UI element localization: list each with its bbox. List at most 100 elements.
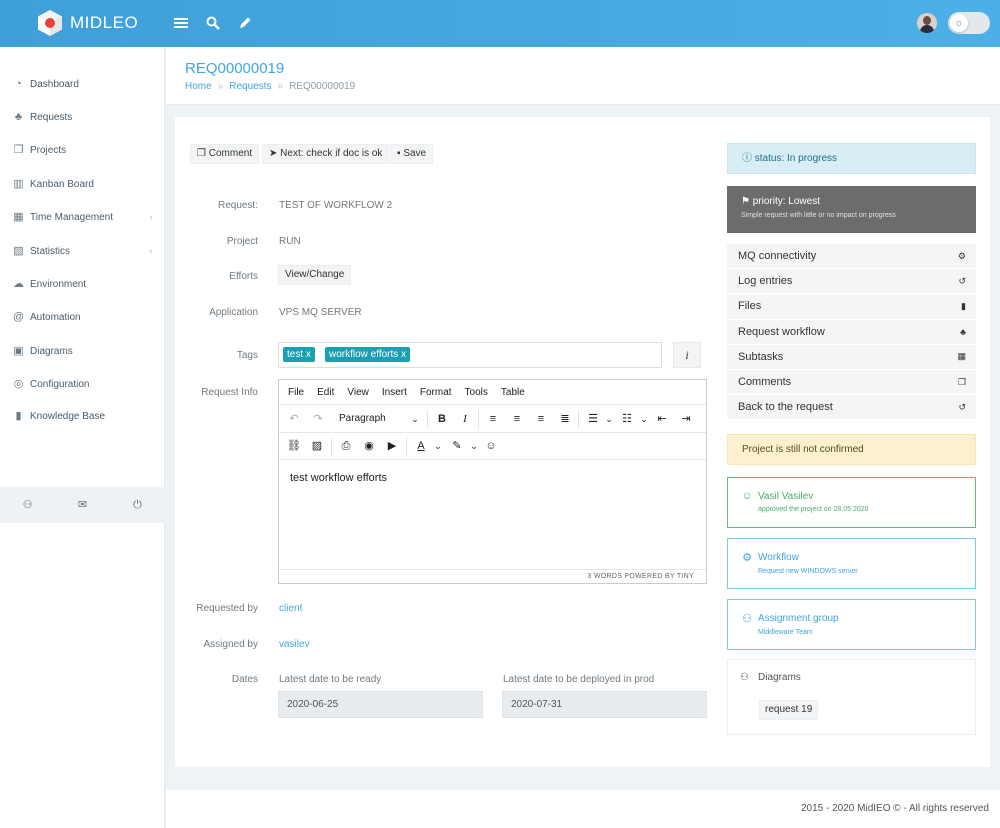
info-button[interactable]: i	[673, 342, 701, 368]
comment-button[interactable]: ❐ Comment	[190, 144, 260, 164]
workflow-note: Request new WINDOWS server	[758, 568, 858, 575]
pencil-icon[interactable]	[236, 14, 254, 32]
link-files[interactable]: Files ▮	[727, 294, 976, 320]
list-item-label: Files	[738, 300, 762, 313]
numbered-list-icon[interactable]: ☷	[619, 411, 635, 427]
assigned-by-label: Assigned by	[203, 639, 258, 650]
link-subtasks[interactable]: Subtasks ▦	[727, 344, 976, 370]
image-icon[interactable]: ▨	[309, 438, 325, 454]
assigned-by-link[interactable]: vasilev	[279, 639, 310, 650]
tag-remove-button[interactable]: x	[401, 349, 406, 360]
dates-label: Dates	[231, 674, 258, 685]
user-avatar[interactable]	[917, 13, 937, 33]
save-button[interactable]: ▪ Save	[390, 144, 434, 164]
deploy-date-label: Latest date to be deployed in prod	[503, 674, 655, 685]
sidebar-item-knowledge-base[interactable]: ▮ Knowledge Base	[12, 407, 157, 425]
next-step-button[interactable]: ➤ Next: check if doc is ok	[262, 144, 390, 164]
status-text: status: In progress	[754, 153, 838, 164]
view-change-button[interactable]: View/Change	[278, 265, 352, 285]
text-color-icon[interactable]: A	[413, 438, 429, 454]
sun-icon: ☼	[950, 14, 968, 32]
mail-icon[interactable]: ✉	[75, 497, 91, 513]
block-format-select[interactable]: Paragraph	[339, 411, 386, 427]
align-center-icon[interactable]: ≡	[509, 411, 525, 427]
tags-input[interactable]: test x workflow efforts x	[278, 342, 662, 368]
list-item-label: Comments	[738, 376, 792, 389]
link-comments[interactable]: Comments ❐	[727, 369, 976, 396]
sidebar-item-environment[interactable]: ☁ Environment	[12, 275, 157, 293]
flag-icon: ⚑	[741, 196, 753, 207]
menu-icon[interactable]	[172, 14, 190, 32]
preview-icon[interactable]: ◉	[361, 438, 377, 454]
chevron-down-icon: ⌄	[640, 414, 648, 424]
sidebar-item-requests[interactable]: ♣ Requests	[12, 108, 157, 126]
link-mq-connectivity[interactable]: MQ connectivity ⚙	[727, 244, 976, 270]
diagram-chip[interactable]: request 19	[759, 700, 819, 720]
copyright-text: 2015 - 2020 MidIEO © - All rights reserv…	[800, 803, 989, 814]
link-icon[interactable]: ⛓	[286, 438, 302, 454]
align-justify-icon[interactable]: ≣	[557, 411, 573, 427]
menu-insert[interactable]: Insert	[382, 387, 407, 398]
sidebar-item-time-management[interactable]: ▦ Time Management ‹	[12, 208, 157, 226]
chevron-down-icon: ⌄	[470, 441, 478, 451]
approver-name[interactable]: Vasil Vasilev	[758, 491, 813, 502]
brand[interactable]: MIDLEO	[36, 9, 138, 37]
user-settings-icon[interactable]: ⚇	[20, 497, 36, 513]
breadcrumb-requests[interactable]: Requests	[229, 81, 271, 92]
media-icon[interactable]: ▶	[384, 438, 400, 454]
sidebar-item-projects[interactable]: ❐ Projects	[12, 141, 157, 159]
redo-icon[interactable]: ↷	[310, 411, 326, 427]
user-circle-icon: ☺	[741, 490, 753, 502]
tag-remove-button[interactable]: x	[306, 349, 311, 360]
align-left-icon[interactable]: ≡	[485, 411, 501, 427]
sidebar-item-diagrams[interactable]: ▣ Diagrams	[12, 342, 157, 360]
sitemap-icon: ♣	[960, 326, 966, 337]
sidebar-footer: ⚇ ✉ ⏻	[0, 487, 165, 523]
copy-icon: ❐	[957, 376, 966, 387]
sidebar-item-dashboard[interactable]: ◔ Dashboard	[12, 75, 157, 93]
power-icon[interactable]: ⏻	[130, 497, 146, 513]
list-item-label: Back to the request	[738, 401, 833, 414]
menu-tools[interactable]: Tools	[465, 387, 488, 398]
kanban-icon: ▥	[13, 177, 24, 190]
diagram-icon: ▣	[13, 344, 24, 357]
menu-file[interactable]: File	[288, 387, 304, 398]
assignment-group-title[interactable]: Assignment group	[758, 613, 839, 624]
menu-table[interactable]: Table	[501, 387, 525, 398]
link-log-entries[interactable]: Log entries ↺	[727, 269, 976, 295]
requested-by-link[interactable]: client	[279, 603, 302, 614]
undo-icon[interactable]: ↶	[286, 411, 302, 427]
menu-view[interactable]: View	[347, 387, 369, 398]
sidebar-item-automation[interactable]: @ Automation	[12, 308, 157, 326]
align-right-icon[interactable]: ≡	[533, 411, 549, 427]
editor-content[interactable]: test workflow efforts	[290, 472, 387, 484]
list-item-label: Request workflow	[738, 325, 825, 338]
indent-icon[interactable]: ⇥	[678, 411, 694, 427]
workflow-title[interactable]: Workflow	[758, 552, 799, 563]
cogs-icon: ⚙	[957, 250, 966, 261]
link-back-to-request[interactable]: Back to the request ↺	[727, 395, 976, 421]
deploy-date-field[interactable]: 2020-07-31	[502, 691, 707, 718]
chevron-down-icon: ⌄	[605, 414, 613, 424]
bold-icon[interactable]: B	[434, 411, 450, 427]
highlight-icon[interactable]: ✎	[449, 438, 465, 454]
theme-toggle[interactable]: ☼	[948, 12, 990, 34]
menu-format[interactable]: Format	[420, 387, 452, 398]
request-value: TEST OF WORKFLOW 2	[279, 200, 393, 211]
emoji-icon[interactable]: ☺	[483, 438, 499, 454]
sidebar-item-kanban[interactable]: ▥ Kanban Board	[12, 175, 157, 193]
ready-date-field[interactable]: 2020-06-25	[278, 691, 483, 718]
toolbar-divider	[331, 437, 332, 456]
sidebar-item-statistics[interactable]: ▨ Statistics ‹	[12, 242, 157, 260]
menu-edit[interactable]: Edit	[317, 387, 334, 398]
link-request-workflow[interactable]: Request workflow ♣	[727, 319, 976, 345]
sidebar-item-configuration[interactable]: ◎ Configuration	[12, 375, 157, 393]
breadcrumb-home[interactable]: Home	[185, 81, 212, 92]
print-icon[interactable]: ⎙	[338, 438, 354, 454]
bullet-list-icon[interactable]: ☰	[585, 411, 601, 427]
sidebar-item-label: Automation	[30, 311, 81, 323]
search-icon[interactable]	[204, 14, 222, 32]
outdent-icon[interactable]: ⇤	[654, 411, 670, 427]
priority-title: priority: Lowest	[752, 196, 820, 207]
italic-icon[interactable]: I	[457, 411, 473, 427]
